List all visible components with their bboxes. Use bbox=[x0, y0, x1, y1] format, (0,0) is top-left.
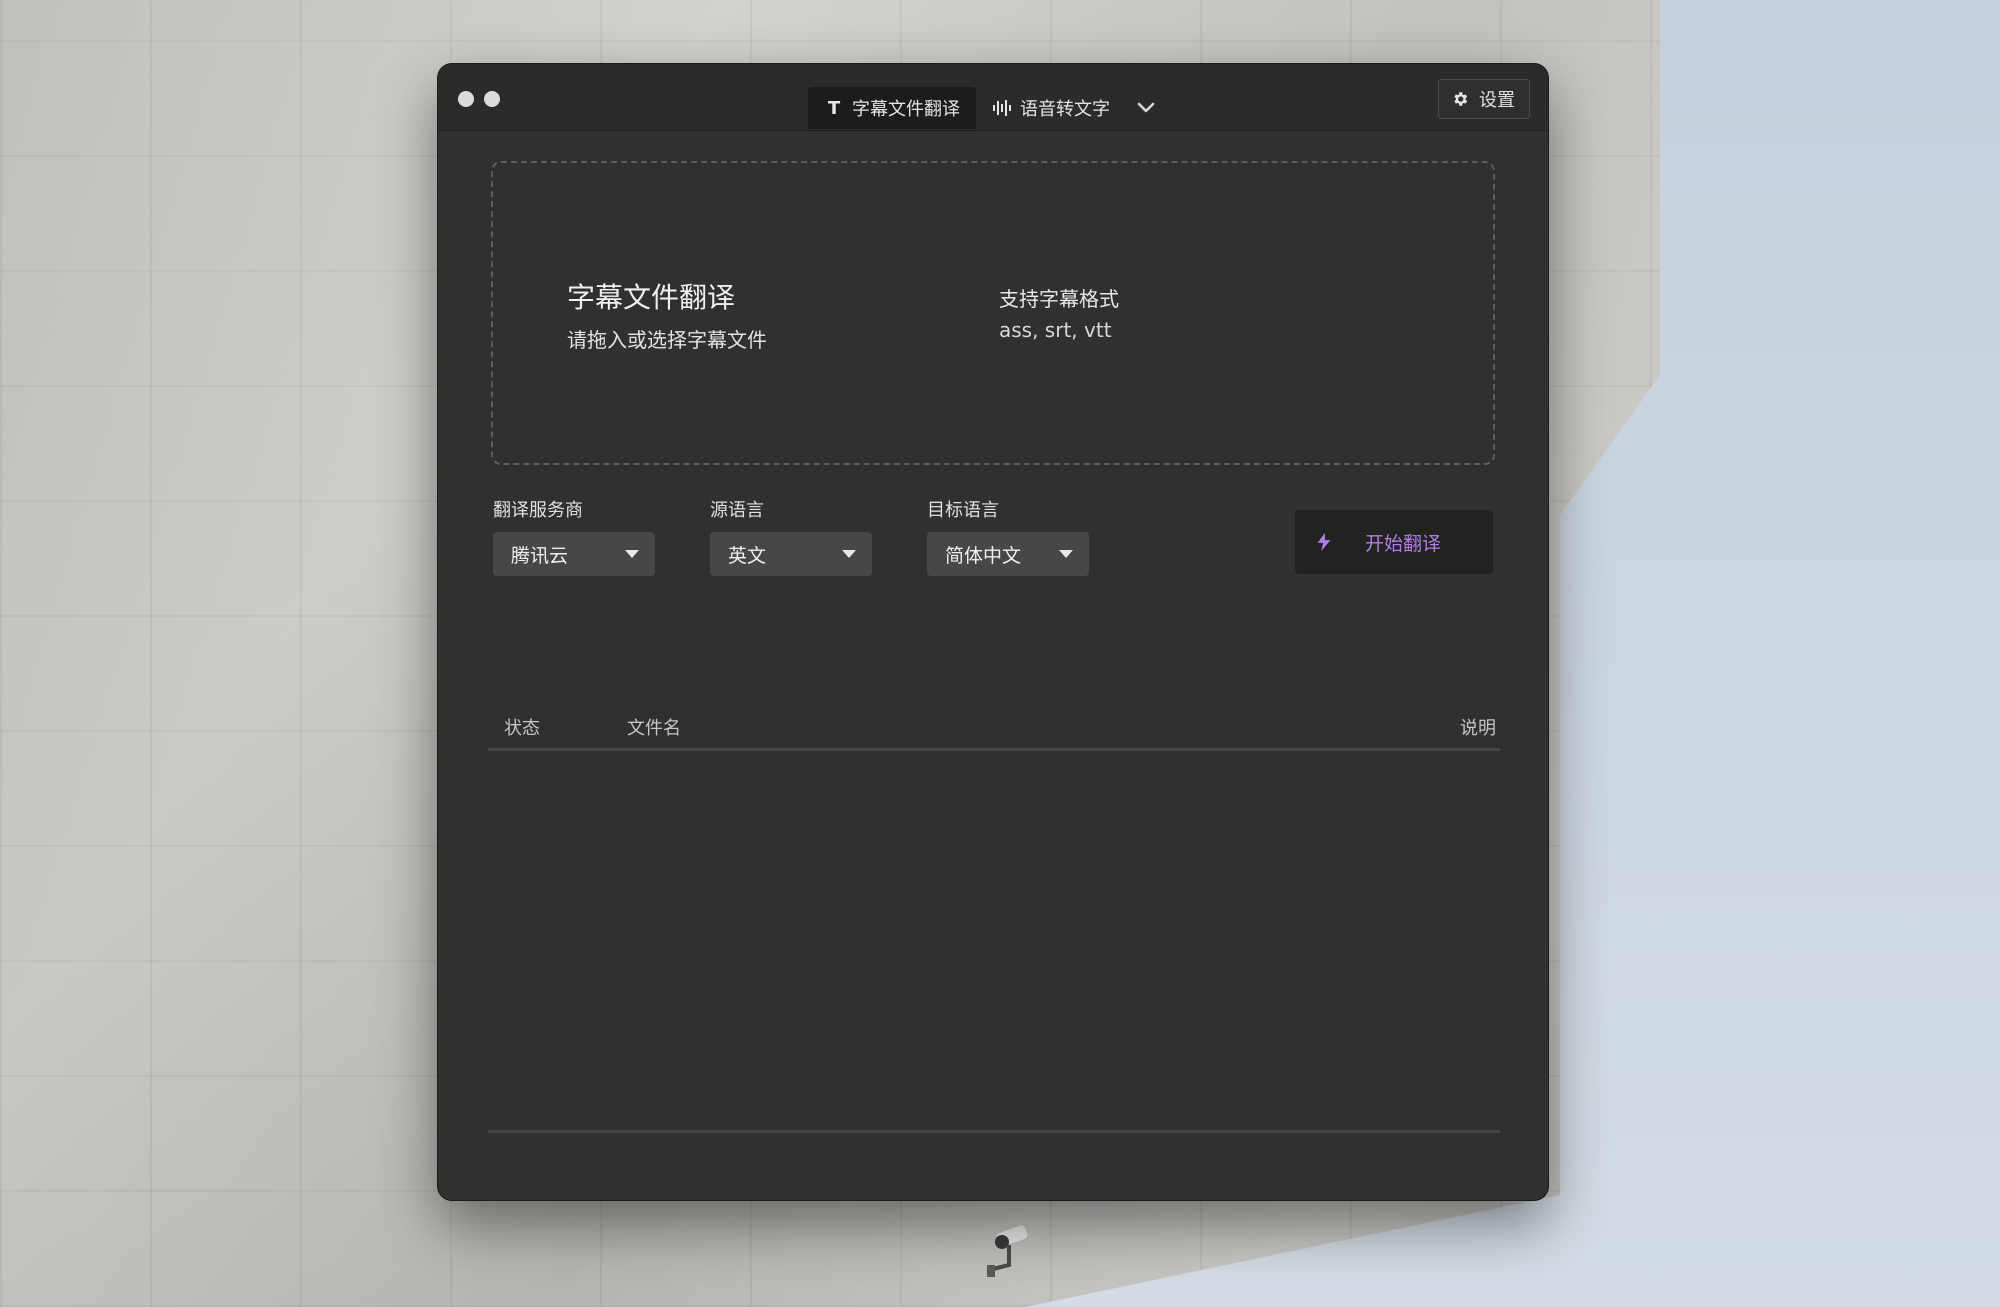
supported-formats: ass, srt, vtt bbox=[999, 318, 1112, 342]
tab-label: 语音转文字 bbox=[1020, 99, 1110, 120]
settings-button[interactable]: 设置 bbox=[1438, 79, 1530, 119]
target-language-field: 目标语言 简体中文 bbox=[927, 498, 1089, 576]
source-language-label: 源语言 bbox=[710, 500, 764, 521]
settings-label: 设置 bbox=[1479, 90, 1515, 111]
provider-select[interactable]: 腾讯云 bbox=[493, 532, 655, 576]
caret-down-icon bbox=[1059, 550, 1073, 558]
title-bar: T 字幕文件翻译 语音转文字 设置 bbox=[438, 64, 1548, 131]
source-language-field: 源语言 英文 bbox=[710, 498, 872, 576]
start-translate-label: 开始翻译 bbox=[1365, 532, 1442, 555]
text-icon: T bbox=[827, 97, 841, 119]
file-table-header: 状态 文件名 说明 bbox=[488, 704, 1500, 751]
caret-down-icon bbox=[842, 550, 856, 558]
app-window: T 字幕文件翻译 语音转文字 设置 字幕文件翻译 请拖入或选择字幕文件 支持字幕… bbox=[438, 64, 1548, 1200]
target-language-value: 简体中文 bbox=[945, 544, 1022, 567]
tab-label: 字幕文件翻译 bbox=[852, 99, 960, 120]
file-table-footer-divider bbox=[488, 1130, 1500, 1133]
provider-field: 翻译服务商 腾讯云 bbox=[493, 498, 655, 576]
column-status[interactable]: 状态 bbox=[504, 714, 540, 740]
waveform-icon bbox=[992, 98, 1012, 118]
tab-speech-to-text[interactable]: 语音转文字 bbox=[976, 87, 1126, 129]
supported-formats-label: 支持字幕格式 bbox=[999, 287, 1119, 311]
source-language-value: 英文 bbox=[728, 544, 767, 567]
file-table-body bbox=[488, 751, 1500, 1131]
caret-down-icon bbox=[625, 550, 639, 558]
tab-subtitle-translate[interactable]: T 字幕文件翻译 bbox=[808, 87, 976, 129]
mode-tabs: T 字幕文件翻译 语音转文字 bbox=[808, 87, 1166, 129]
drop-zone-subtitle: 请拖入或选择字幕文件 bbox=[567, 328, 767, 352]
security-camera-icon bbox=[987, 1225, 1028, 1277]
start-translate-button[interactable]: 开始翻译 bbox=[1295, 510, 1493, 574]
provider-value: 腾讯云 bbox=[511, 544, 569, 567]
target-language-select[interactable]: 简体中文 bbox=[927, 532, 1089, 576]
window-minimize-button[interactable] bbox=[484, 91, 500, 107]
drop-zone-title: 字幕文件翻译 bbox=[567, 281, 736, 314]
gear-icon bbox=[1454, 92, 1468, 106]
chevron-down-icon bbox=[1137, 102, 1155, 113]
file-drop-zone[interactable]: 字幕文件翻译 请拖入或选择字幕文件 支持字幕格式 ass, srt, vtt bbox=[491, 161, 1495, 465]
target-language-label: 目标语言 bbox=[927, 500, 999, 521]
source-language-select[interactable]: 英文 bbox=[710, 532, 872, 576]
column-filename[interactable]: 文件名 bbox=[627, 714, 681, 740]
column-description[interactable]: 说明 bbox=[1460, 714, 1496, 740]
provider-label: 翻译服务商 bbox=[493, 500, 583, 521]
tabs-more-button[interactable] bbox=[1126, 87, 1166, 129]
bolt-icon bbox=[1317, 532, 1331, 552]
window-close-button[interactable] bbox=[458, 91, 474, 107]
